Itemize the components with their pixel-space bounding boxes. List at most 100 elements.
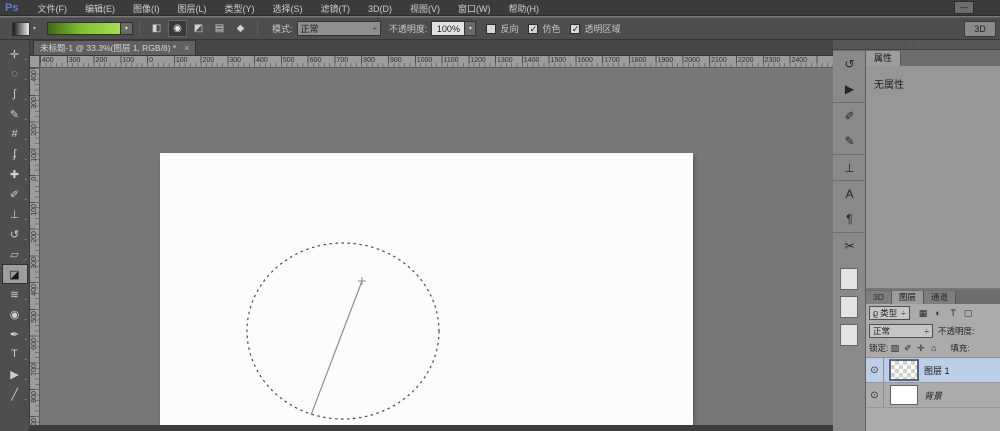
panel-thumbnail[interactable] [840, 296, 858, 318]
layer-thumbnail[interactable] [890, 385, 918, 405]
menu-layer[interactable]: 图层(L) [168, 4, 215, 14]
visibility-eye-icon[interactable]: ⊙ [866, 358, 884, 382]
history-brush-tool[interactable]: ↺ ▪ [2, 224, 28, 244]
vertical-ruler[interactable]: 400 300 200 100 0 100 200 300 400 500 600 700 800 900 [30, 68, 40, 431]
checkbox-box[interactable]: ✓ [570, 23, 581, 34]
opacity-input[interactable]: 100% [431, 21, 466, 36]
brush-presets-panel-icon[interactable]: ✎ [833, 128, 866, 154]
close-tab-icon[interactable]: × [184, 43, 189, 53]
character-panel-icon[interactable]: A [833, 180, 866, 206]
tool-preset-icon[interactable] [12, 21, 30, 36]
brush-tool[interactable]: ✐ ▪ [2, 184, 28, 204]
menu-filter[interactable]: 滤镜(T) [311, 4, 359, 14]
eyedropper-tool[interactable]: ʄ ▪ [2, 144, 28, 164]
lasso-tool[interactable]: ʃ ▪ [2, 84, 28, 104]
checkbox-box[interactable]: ✓ [528, 23, 539, 34]
tool-preset-arrow-icon[interactable]: ▾ [30, 25, 39, 32]
crop-tool[interactable]: # ▪ [2, 124, 28, 144]
elliptical-marquee-tool[interactable]: ◌ ▪ [2, 64, 28, 84]
ruler-label: 1700 [604, 57, 620, 64]
filter-adjustment-icon[interactable]: ◐ [932, 307, 945, 320]
ruler-label: 100 [122, 57, 134, 64]
history-panel-icon[interactable]: ↺ [833, 50, 866, 76]
tab-layers[interactable]: 图层 [891, 291, 924, 304]
filter-type-icon[interactable]: T [947, 307, 960, 320]
menu-file[interactable]: 文件(F) [28, 4, 76, 14]
layer-row-1[interactable]: ⊙ 图层 1 [866, 358, 1000, 383]
workspace-3d-button[interactable]: 3D [964, 21, 996, 37]
layer-thumbnail[interactable] [889, 359, 919, 381]
checkbox-box[interactable] [486, 23, 497, 34]
ruler-label: 900 [389, 57, 402, 64]
reverse-checkbox[interactable]: 反向 [486, 22, 518, 35]
menu-edit[interactable]: 编辑(E) [76, 4, 124, 14]
ruler-label: 500 [31, 310, 38, 323]
menu-type[interactable]: 类型(Y) [215, 4, 263, 14]
mode-dropdown[interactable]: 正常 ÷ [296, 21, 381, 36]
minimize-button[interactable]: — [954, 1, 974, 14]
clone-stamp-tool[interactable]: ⊥ ▪ [2, 204, 28, 224]
menu-view[interactable]: 视图(V) [401, 4, 449, 14]
angle-gradient-button[interactable]: ◩ [189, 20, 208, 37]
clone-source-panel-icon[interactable]: ⊥ [833, 154, 866, 180]
pen-tool[interactable]: ✒ ▪ [2, 324, 28, 344]
filter-shape-icon[interactable]: ▢ [962, 307, 975, 320]
filter-pixel-icon[interactable]: ▦ [917, 307, 930, 320]
type-tool[interactable]: T ▪ [2, 344, 28, 364]
flyout-dot: ▪ [24, 157, 27, 163]
line-tool[interactable]: ╱ ▪ [2, 384, 28, 404]
ruler-label: 600 [309, 57, 322, 64]
canvas-viewport[interactable] [40, 68, 833, 431]
menu-3d[interactable]: 3D(D) [359, 4, 401, 14]
flyout-dot: ▪ [24, 357, 27, 363]
tab-3d[interactable]: 3D [866, 291, 892, 304]
flyout-dot: ▪ [24, 177, 27, 183]
gradient-preview[interactable] [47, 22, 122, 35]
radial-gradient-button[interactable]: ◉ [168, 20, 188, 37]
visibility-eye-icon[interactable]: ⊙ [866, 383, 884, 407]
panel-thumbnail[interactable] [840, 324, 858, 346]
tab-channels[interactable]: 通道 [923, 291, 956, 304]
menu-image[interactable]: 图像(I) [124, 4, 169, 14]
lock-paint-icon[interactable]: ✐ [902, 343, 913, 354]
lock-move-icon[interactable]: ✛ [915, 343, 926, 354]
lock-all-icon[interactable]: ⌂ [928, 343, 939, 353]
dither-checkbox[interactable]: ✓ 仿色 [528, 22, 560, 35]
actions-panel-icon[interactable]: ▶ [833, 76, 866, 102]
path-selection-tool[interactable]: ▶ ▪ [2, 364, 28, 384]
panel-thumbnail[interactable] [840, 268, 858, 290]
document-tab[interactable]: 未标题-1 @ 33.3%(图层 1, RGB/8) * × [33, 40, 197, 55]
move-tool[interactable]: ✛ ▪ [2, 44, 28, 64]
linear-gradient-button[interactable]: ◧ [147, 20, 166, 37]
ps-logo: Ps [5, 1, 19, 14]
menu-window[interactable]: 窗口(W) [449, 4, 500, 14]
flyout-dot: ▪ [24, 137, 27, 143]
reflected-gradient-button[interactable]: ▤ [210, 20, 229, 37]
dock-grip[interactable]: · · [833, 40, 1000, 50]
opacity-label: 不透明度: [388, 24, 428, 34]
tab-properties[interactable]: 属性 [866, 51, 902, 66]
horizontal-ruler[interactable]: 400 300 200 100 0 100 200 300 400 500 600 700 800 900… [40, 56, 833, 68]
transparency-checkbox[interactable]: ✓ 透明区域 [570, 22, 620, 35]
dropdown-arrow-icon: ÷ [372, 24, 377, 33]
document-canvas[interactable] [160, 153, 693, 425]
ruler-label: 2200 [737, 57, 754, 64]
menu-select[interactable]: 选择(S) [263, 4, 311, 14]
lock-transparency-icon[interactable]: ▨ [889, 343, 900, 354]
layer-row-background[interactable]: ⊙ 背景 [866, 383, 1000, 408]
eraser-tool[interactable]: ▱ ▪ [2, 244, 28, 264]
blur-tool[interactable]: ≋ ▪ [2, 284, 28, 304]
opacity-arrow-icon[interactable]: ▾ [465, 21, 477, 36]
blend-mode-dropdown[interactable]: 正常 ÷ [869, 324, 933, 338]
dodge-tool[interactable]: ◉ ▪ [2, 304, 28, 324]
gradient-picker-arrow-icon[interactable]: ▾ [121, 22, 134, 35]
paragraph-panel-icon[interactable]: ¶ [833, 206, 866, 232]
tool-presets-panel-icon[interactable]: ✂ [833, 232, 866, 258]
menu-help[interactable]: 帮助(H) [499, 4, 548, 14]
filter-type-dropdown[interactable]: ϱ 类型 ÷ [869, 306, 910, 320]
brush-panel-icon[interactable]: ✐ [833, 102, 866, 128]
healing-brush-tool[interactable]: ✚ ▪ [2, 164, 28, 184]
diamond-gradient-button[interactable]: ◆ [231, 20, 250, 37]
quick-selection-tool[interactable]: ✎ ▪ [2, 104, 28, 124]
gradient-tool[interactable]: ◪ ▪ [1, 264, 28, 284]
